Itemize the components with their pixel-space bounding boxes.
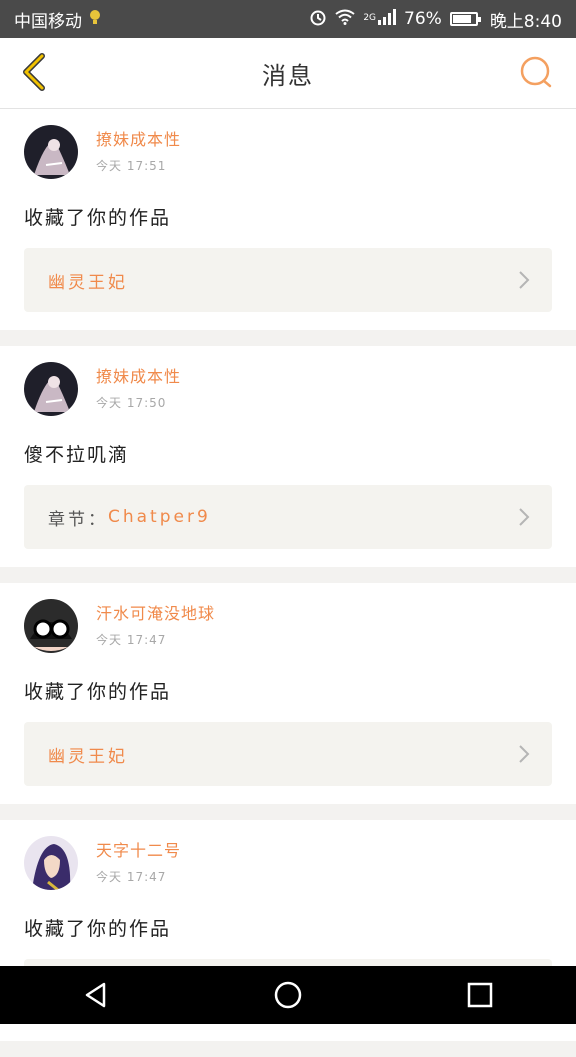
search-icon xyxy=(520,56,552,88)
nav-back-button[interactable] xyxy=(76,975,116,1015)
network-type: 2G xyxy=(363,12,377,23)
chapter-label: 章节： xyxy=(48,509,108,530)
username[interactable]: 汗水可淹没地球 xyxy=(96,603,215,625)
avatar[interactable] xyxy=(24,125,78,179)
username[interactable]: 撩妹成本性 xyxy=(96,366,181,388)
triangle-back-icon xyxy=(85,982,106,1008)
carrier-name: 中国移动 xyxy=(14,11,82,32)
chapter-title: Chatper9 xyxy=(108,507,211,527)
search-button[interactable] xyxy=(518,54,554,90)
chevron-right-icon xyxy=(519,745,530,763)
message-text: 收藏了你的作品 xyxy=(24,681,172,703)
battery-icon xyxy=(449,12,481,26)
timestamp: 今天 17:47 xyxy=(96,633,167,647)
nav-home-button[interactable] xyxy=(268,975,308,1015)
timestamp: 今天 17:50 xyxy=(96,396,167,410)
page-title: 消息 xyxy=(262,61,314,90)
battery-percent: 76% xyxy=(404,9,442,29)
referenced-work-link[interactable]: 幽灵王妃 xyxy=(24,722,552,786)
referenced-work-link[interactable]: 幽灵王妃 xyxy=(24,248,552,312)
avatar[interactable] xyxy=(24,362,78,416)
back-button[interactable] xyxy=(16,52,56,92)
referenced-chapter-link[interactable]: 章节： Chatper9 xyxy=(24,485,552,549)
work-title: 幽灵王妃 xyxy=(48,272,128,293)
system-nav-bar xyxy=(0,966,576,1024)
message-card: 撩妹成本性 今天 17:50 傻不拉叽滴 章节： Chatper9 xyxy=(0,346,576,567)
notification-icon xyxy=(88,9,102,30)
signal-icon xyxy=(378,8,397,30)
status-bar: 中国移动 2G 76% 晚上8:40 xyxy=(0,0,576,38)
avatar[interactable] xyxy=(24,836,78,890)
wifi-icon xyxy=(335,9,355,30)
username[interactable]: 天字十二号 xyxy=(96,840,181,862)
message-text: 收藏了你的作品 xyxy=(24,918,172,940)
message-text: 收藏了你的作品 xyxy=(24,207,172,229)
alarm-icon xyxy=(309,8,327,31)
message-card: 撩妹成本性 今天 17:51 收藏了你的作品 幽灵王妃 xyxy=(0,109,576,330)
chevron-right-icon xyxy=(519,271,530,289)
nav-recents-button[interactable] xyxy=(460,975,500,1015)
clock: 晚上8:40 xyxy=(489,11,562,32)
message-list: 撩妹成本性 今天 17:51 收藏了你的作品 幽灵王妃 撩妹成本性 今天 17:… xyxy=(0,109,576,1057)
app-header: 消息 xyxy=(0,38,576,109)
circle-home-icon xyxy=(274,981,302,1009)
avatar[interactable] xyxy=(24,599,78,653)
username[interactable]: 撩妹成本性 xyxy=(96,129,181,151)
timestamp: 今天 17:51 xyxy=(96,159,167,173)
work-title: 幽灵王妃 xyxy=(48,746,128,767)
timestamp: 今天 17:47 xyxy=(96,870,167,884)
message-card: 汗水可淹没地球 今天 17:47 收藏了你的作品 幽灵王妃 xyxy=(0,583,576,804)
chevron-right-icon xyxy=(519,508,530,526)
chevron-left-icon xyxy=(23,53,45,91)
square-recents-icon xyxy=(467,982,493,1008)
message-text: 傻不拉叽滴 xyxy=(24,444,130,466)
